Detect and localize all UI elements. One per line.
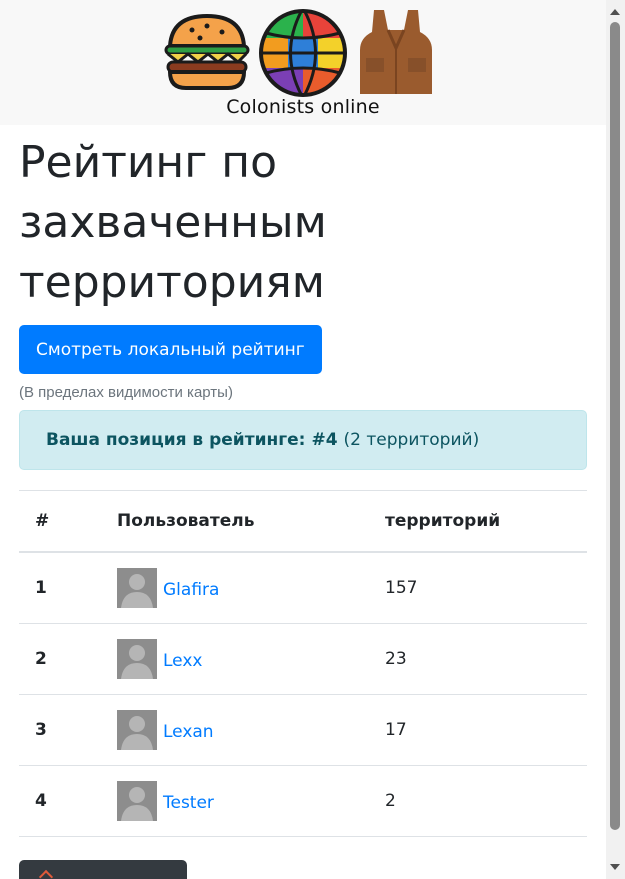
app-header: Colonists online (0, 0, 606, 125)
user-link[interactable]: Tester (163, 789, 214, 813)
avatar[interactable] (117, 568, 157, 608)
table-row: 2 Lexx 23 (19, 623, 587, 695)
back-button[interactable] (19, 860, 187, 879)
column-header-territories: территорий (369, 490, 587, 553)
position-value: #4 (311, 430, 338, 450)
user-silhouette-icon (121, 716, 153, 750)
local-rating-hint: (В пределах видимости карты) (19, 384, 233, 401)
territories-cell: 17 (369, 694, 587, 766)
rank-cell: 2 (19, 623, 101, 695)
user-cell: Tester (101, 765, 369, 837)
user-cell: Lexan (101, 694, 369, 766)
user-link[interactable]: Lexan (163, 718, 214, 742)
table-header-row: # Пользователь территорий (19, 490, 587, 553)
scroll-down-icon[interactable] (610, 864, 620, 870)
territories-cell: 157 (369, 551, 587, 624)
avatar[interactable] (117, 710, 157, 750)
user-link[interactable]: Glafira (163, 576, 219, 600)
user-silhouette-icon (121, 645, 153, 679)
up-arrow-icon (38, 869, 54, 879)
position-alert: Ваша позиция в рейтинге: #4 (2 территорий) (19, 410, 587, 470)
scrollbar-thumb[interactable] (610, 22, 620, 830)
scroll-up-icon[interactable] (610, 9, 620, 15)
table-row: 3 Lexan 17 (19, 694, 587, 766)
page-viewport: Colonists online Рейтинг по захваченным … (0, 0, 606, 879)
user-silhouette-icon (121, 574, 153, 608)
user-link[interactable]: Lexx (163, 647, 202, 671)
table-row: 1 Glafira 157 (19, 551, 587, 624)
app-name: Colonists online (226, 96, 380, 118)
user-cell: Glafira (101, 551, 369, 624)
vertical-scrollbar[interactable] (606, 0, 625, 879)
position-label: Ваша позиция в рейтинге: (46, 430, 306, 450)
rating-table: # Пользователь территорий 1 Glafira 157 … (19, 490, 587, 837)
territories-cell: 2 (369, 765, 587, 837)
burger-icon (164, 13, 250, 90)
rank-cell: 4 (19, 765, 101, 837)
position-detail: (2 территорий) (343, 430, 480, 450)
table-row: 4 Tester 2 (19, 765, 587, 837)
page-title: Рейтинг по захваченным территориям (19, 137, 327, 308)
avatar[interactable] (117, 639, 157, 679)
user-silhouette-icon (121, 787, 153, 821)
rank-cell: 1 (19, 551, 101, 624)
user-cell: Lexx (101, 623, 369, 695)
avatar[interactable] (117, 781, 157, 821)
globe-icon (259, 9, 347, 97)
territories-cell: 23 (369, 623, 587, 695)
local-rating-button[interactable]: Смотреть локальный рейтинг (19, 325, 322, 374)
column-header-user: Пользователь (101, 490, 369, 553)
main-content: Рейтинг по захваченным территориям Смотр… (19, 125, 587, 837)
vest-icon (360, 10, 432, 94)
rank-cell: 3 (19, 694, 101, 766)
column-header-rank: # (19, 490, 101, 553)
logo-group[interactable] (162, 8, 442, 98)
